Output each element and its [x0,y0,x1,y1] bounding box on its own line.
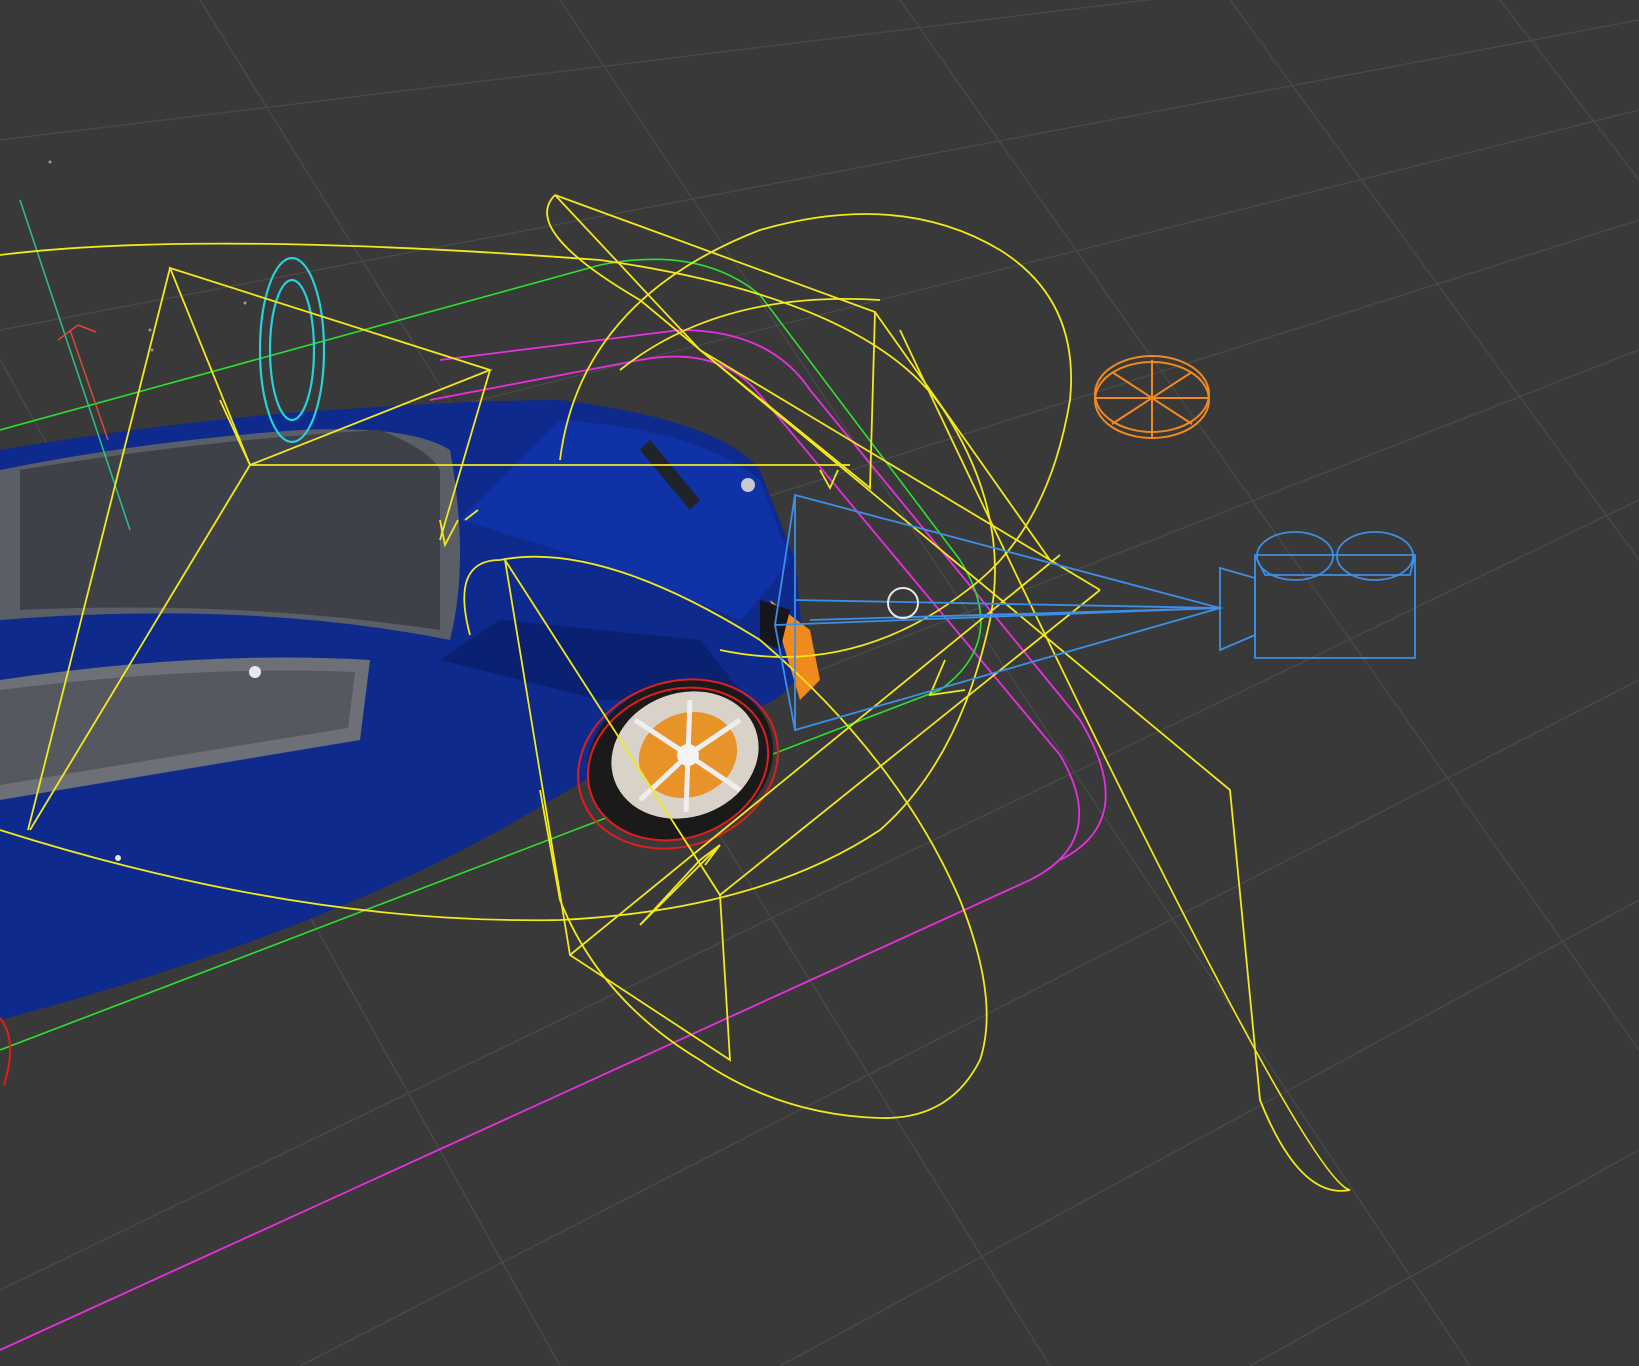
scene-canvas[interactable] [0,0,1639,1366]
background-specks [48,160,247,352]
point-light-gizmo [1094,355,1210,439]
camera-gizmo [774,493,1416,732]
scene-viewport[interactable] [0,0,1639,1366]
